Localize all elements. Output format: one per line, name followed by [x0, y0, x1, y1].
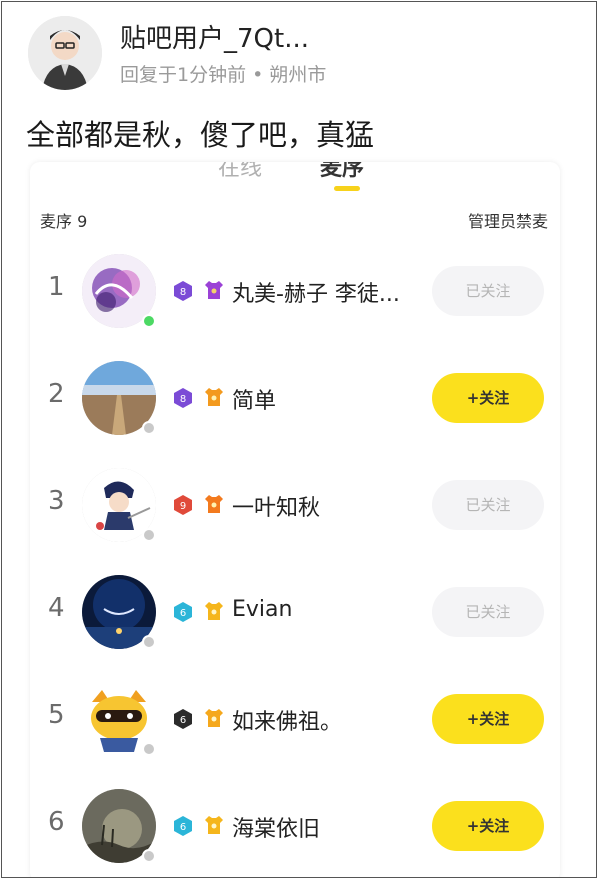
shirt-yellow-icon [205, 602, 223, 620]
shirt-orange-icon [205, 495, 223, 513]
level-black-icon: 6 [174, 709, 192, 729]
level-cyan-icon: 6 [174, 816, 192, 836]
svg-text:8: 8 [180, 287, 186, 298]
comment-text: 全部都是秋，傻了吧，真猛 [26, 118, 375, 152]
shirt-orange-icon [205, 388, 223, 406]
tab-indicator [334, 186, 360, 191]
level-purple-icon: 8 [174, 281, 192, 301]
followed-button[interactable]: 已关注 [432, 266, 544, 316]
queue-count-label: 麦序 9 [40, 212, 88, 231]
user-nickname[interactable]: 一叶知秋 [232, 490, 320, 522]
svg-text:6: 6 [180, 608, 186, 619]
rank-number: 5 [48, 700, 65, 730]
level-purple-icon: 8 [174, 388, 192, 408]
rank-number: 3 [48, 486, 65, 516]
user-nickname[interactable]: 简单 [232, 383, 276, 415]
user-nickname[interactable]: 海棠依旧 [232, 811, 320, 843]
follow-button[interactable]: +关注 [432, 373, 544, 423]
tab-mic-queue[interactable]: 麦序 [320, 162, 364, 182]
online-status-dot [142, 635, 156, 649]
author-name[interactable]: 贴吧用户_7Qt... [120, 18, 309, 55]
user-nickname[interactable]: Evian [232, 597, 292, 622]
follow-button[interactable]: +关注 [432, 694, 544, 744]
svg-text:6: 6 [180, 715, 186, 726]
list-item[interactable]: 2 8 简单 +关注 [30, 349, 560, 449]
list-item[interactable]: 3 9 一叶知秋 已关注 [30, 456, 560, 556]
svg-text:6: 6 [180, 822, 186, 833]
follow-button[interactable]: +关注 [432, 801, 544, 851]
online-status-dot [142, 742, 156, 756]
list-item[interactable]: 5 6 如来佛祖。 +关注 [30, 670, 560, 770]
online-status-dot [142, 849, 156, 863]
level-cyan-icon: 6 [174, 602, 192, 622]
followed-button[interactable]: 已关注 [432, 587, 544, 637]
mic-queue-card: 在线 麦序 麦序 9 管理员禁麦 1 8 丸美-赫子 李徒... 已关注 2 8… [30, 162, 560, 877]
online-status-dot [142, 528, 156, 542]
level-red-icon: 9 [174, 495, 192, 515]
rank-number: 6 [48, 807, 65, 837]
user-nickname[interactable]: 如来佛祖。 [232, 704, 342, 736]
reply-meta: 回复于1分钟前 • 朔州市 [120, 64, 327, 86]
tab-online[interactable]: 在线 [218, 162, 262, 182]
rank-number: 4 [48, 593, 65, 623]
svg-text:9: 9 [180, 501, 186, 512]
list-item[interactable]: 4 6 Evian 已关注 [30, 563, 560, 663]
rank-number: 1 [48, 272, 65, 302]
list-item[interactable]: 6 6 海棠依旧 +关注 [30, 777, 560, 877]
screenshot-frame: 贴吧用户_7Qt... 回复于1分钟前 • 朔州市 全部都是秋，傻了吧，真猛 在… [1, 1, 597, 878]
author-avatar[interactable] [28, 16, 102, 90]
shirt-purple-icon [205, 281, 223, 299]
rank-number: 2 [48, 379, 65, 409]
svg-text:8: 8 [180, 394, 186, 405]
tab-bar: 在线 麦序 [30, 162, 560, 198]
shirt-yellow-icon [205, 709, 223, 727]
list-item[interactable]: 1 8 丸美-赫子 李徒... 已关注 [30, 242, 560, 342]
user-nickname[interactable]: 丸美-赫子 李徒... [232, 276, 400, 308]
followed-button[interactable]: 已关注 [432, 480, 544, 530]
online-status-dot [142, 421, 156, 435]
online-status-dot [142, 314, 156, 328]
admin-ban-mic-link[interactable]: 管理员禁麦 [468, 208, 548, 232]
avatar-person-icon [28, 16, 102, 90]
shirt-yellow-icon [205, 816, 223, 834]
